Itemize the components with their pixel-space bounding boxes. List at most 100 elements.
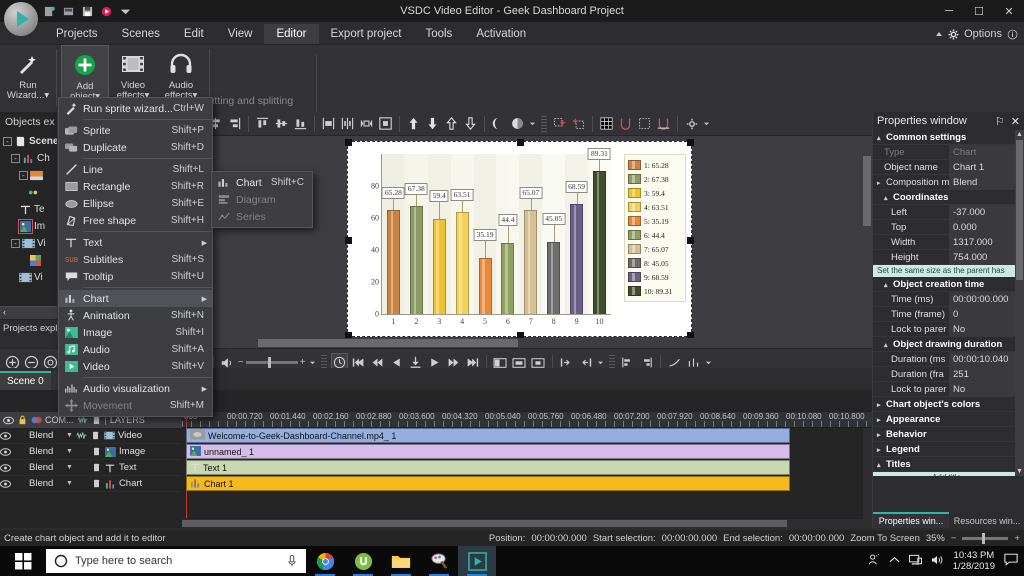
taskbar-utorrent-icon[interactable] (344, 546, 382, 576)
properties-row-value[interactable]: 0.000 (949, 220, 1016, 235)
options-label[interactable]: Options (964, 28, 1002, 40)
new-project-icon[interactable] (44, 6, 55, 17)
distribute-horizontal-icon[interactable] (339, 114, 356, 133)
properties-row-value[interactable]: 00:00:00.000 (949, 292, 1016, 307)
composition-icon[interactable] (31, 415, 42, 426)
snap-top-left-icon[interactable] (551, 114, 568, 133)
lock-icon[interactable] (17, 415, 28, 426)
tree-node-text[interactable]: Te (3, 201, 57, 218)
properties-row-value[interactable]: No (949, 382, 1016, 397)
canvas-hscroll-thumb[interactable] (258, 339, 518, 347)
properties-row-value[interactable]: Chart 1 (949, 160, 1016, 175)
properties-row[interactable]: Left-37.000 (873, 205, 1016, 220)
taskbar-chrome-icon[interactable] (306, 546, 344, 576)
opacity-icon[interactable] (90, 430, 101, 441)
layer-blend-mode[interactable]: Blend (29, 446, 63, 457)
properties-scroll-thumb[interactable] (1016, 140, 1023, 280)
timeline-hscroll-thumb[interactable] (182, 520, 787, 527)
run-wizard-button[interactable]: Run Wizard...▾ (4, 45, 52, 111)
quick-access-chevron-down-icon[interactable] (120, 6, 131, 17)
timeline-clip[interactable]: Chart 1 (186, 476, 790, 491)
expander-icon[interactable]: ▴ (884, 341, 893, 349)
properties-row[interactable]: Duration (ms00:00:10.040 (873, 352, 1016, 367)
menu-item-text[interactable]: Text▶ (59, 234, 212, 251)
menu-editor[interactable]: Editor (264, 24, 318, 44)
properties-row[interactable]: Duration (fra251 (873, 367, 1016, 382)
timeline-vertical-scrollbar[interactable] (863, 428, 872, 519)
properties-row[interactable]: TypeChart (873, 145, 1016, 160)
status-zoom-slider[interactable] (962, 537, 1008, 540)
menu-view[interactable]: View (216, 24, 265, 44)
menu-item-duplicate[interactable]: DuplicateShift+D (59, 139, 212, 156)
status-zoom-knob[interactable] (982, 533, 985, 544)
expander-icon[interactable]: ▴ (877, 461, 886, 469)
chevron-down-icon[interactable]: ▼ (66, 464, 73, 471)
menu-item-image[interactable]: ImageShift+I (59, 324, 212, 341)
taskbar-search-box[interactable]: Type here to search (46, 549, 306, 573)
microphone-icon[interactable] (286, 554, 298, 568)
scene-tab-scene0[interactable]: Scene 0 (0, 371, 51, 390)
settings-gear-icon[interactable] (683, 114, 700, 133)
menu-item-audio[interactable]: AudioShift+A (59, 341, 212, 358)
menu-item-rectangle[interactable]: RectangleShift+R (59, 178, 212, 195)
tree-node-scene[interactable]: - Scene (3, 133, 57, 150)
opacity-icon[interactable] (91, 462, 102, 473)
pin-icon[interactable]: ⚐ (995, 115, 1005, 128)
collapse-ribbon-icon[interactable] (935, 30, 943, 38)
properties-group-row[interactable]: ▸Behavior (873, 427, 1016, 442)
resize-handle-e[interactable] (687, 237, 694, 244)
properties-row-value[interactable]: 00:00:10.040 (949, 352, 1016, 367)
minimize-button[interactable]: ─ (934, 0, 964, 22)
menu-edit[interactable]: Edit (172, 24, 216, 44)
volume-slider[interactable] (246, 361, 298, 364)
menu-item-run-sprite-wizard[interactable]: Run sprite wizard...Ctrl+W (59, 100, 212, 117)
align-middle-icon[interactable] (273, 114, 290, 133)
bring-to-front-icon[interactable] (443, 114, 460, 133)
properties-row[interactable]: Height754.000 (873, 250, 1016, 265)
resize-handle-ne[interactable] (687, 139, 694, 146)
expander-icon[interactable]: ▸ (877, 416, 886, 424)
resize-handle-nw[interactable] (345, 139, 352, 146)
properties-row[interactable]: Object nameChart 1 (873, 160, 1016, 175)
tab-properties-window[interactable]: Properties win... (873, 512, 949, 528)
tree-node-chart-child[interactable]: - (3, 167, 57, 184)
menu-item-audio-visualization[interactable]: Audio visualization▶ (59, 380, 212, 397)
toolbar-grip-2[interactable] (541, 116, 547, 132)
fit-screen-icon[interactable] (377, 114, 394, 133)
menu-export-project[interactable]: Export project (319, 24, 414, 44)
properties-row[interactable]: ▸Composition mBlend (873, 175, 1016, 190)
canvas-vscroll-thumb[interactable] (863, 156, 871, 226)
tree-node-chart[interactable]: - Ch (3, 150, 57, 167)
menu-item-video[interactable]: VideoShift+V (59, 358, 212, 375)
eye-icon[interactable] (3, 415, 14, 426)
add-title-button[interactable]: Add title (873, 472, 1016, 476)
timeline-layer-header[interactable]: Blend▼Image (0, 444, 182, 460)
properties-group-row[interactable]: ▴Object drawing duration (873, 337, 1016, 352)
taskbar-file-explorer-icon[interactable] (382, 546, 420, 576)
taskbar-clock[interactable]: 10:43 PM 1/28/2019 (953, 550, 995, 572)
properties-group-row[interactable]: ▴Common settings (873, 130, 1016, 145)
inverse-mask-icon[interactable] (509, 114, 526, 133)
menu-activation[interactable]: Activation (464, 24, 538, 44)
properties-group-row[interactable]: ▸Appearance (873, 412, 1016, 427)
tree-expander[interactable]: - (19, 171, 28, 180)
tree-expander[interactable]: - (11, 154, 20, 163)
opacity-icon[interactable] (91, 446, 102, 457)
status-zoom-label[interactable]: Zoom To Screen (850, 533, 920, 544)
resize-handle-w[interactable] (345, 237, 352, 244)
open-project-icon[interactable] (63, 6, 74, 17)
snap-bottom-right-icon[interactable] (570, 114, 587, 133)
show-hidden-icons-icon[interactable] (889, 556, 900, 567)
tree-node-color[interactable] (3, 252, 57, 269)
align-right-icon[interactable] (226, 114, 243, 133)
properties-row-value[interactable]: Chart (949, 145, 1016, 160)
snap-to-guides-icon[interactable] (655, 114, 672, 133)
add-object-dropdown-menu[interactable]: Run sprite wizard...Ctrl+WSpriteShift+PD… (58, 97, 213, 417)
mask-icon[interactable] (490, 114, 507, 133)
expander-icon[interactable]: ▸ (877, 431, 886, 439)
bring-forward-icon[interactable] (405, 114, 422, 133)
eye-icon[interactable] (0, 430, 11, 441)
chevron-down-icon[interactable]: ▼ (66, 448, 73, 455)
record-icon[interactable] (101, 6, 112, 17)
projects-explorer-tab[interactable]: Projects explo (0, 320, 57, 337)
